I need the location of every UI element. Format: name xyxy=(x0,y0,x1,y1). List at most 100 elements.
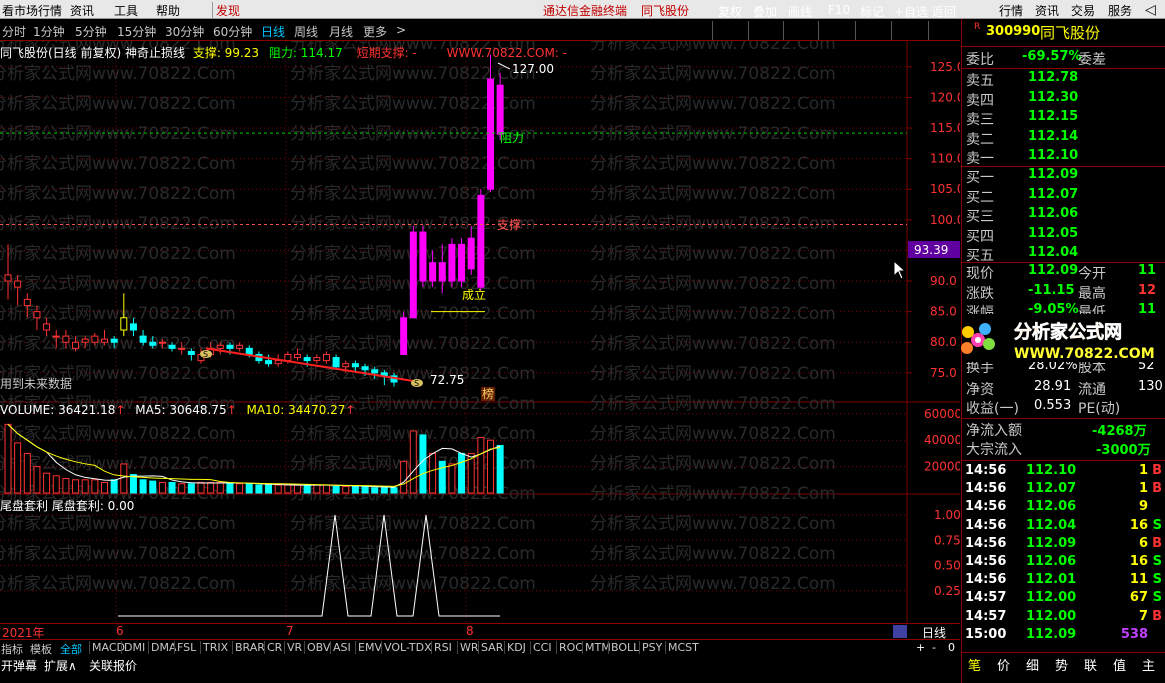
period-15min[interactable]: 15分钟 xyxy=(117,23,156,40)
tab-vr[interactable]: VR xyxy=(284,641,302,654)
tab-vol-tdx[interactable]: VOL-TDX xyxy=(381,641,432,654)
ask-row[interactable]: 卖一 112.10 xyxy=(962,148,1165,167)
period-more[interactable]: 更多 xyxy=(363,23,387,40)
tick-row: 14:57 112.00 7 B xyxy=(962,609,1165,628)
zoom-reset-button[interactable]: 0 xyxy=(948,641,955,654)
tab-cci[interactable]: CCI xyxy=(530,641,552,654)
tool-f10[interactable]: F10 xyxy=(828,3,850,17)
watermark-text: 分析家公式网www.70822.Com xyxy=(590,154,836,174)
period-1min[interactable]: 1分钟 xyxy=(33,23,65,40)
menu-tools[interactable]: 工具 xyxy=(114,2,138,19)
right-tab[interactable]: 值 xyxy=(1113,655,1126,674)
top-button-quote[interactable]: 行情 xyxy=(999,2,1023,19)
tab-sar[interactable]: SAR xyxy=(478,641,503,654)
tab-asi[interactable]: ASI xyxy=(330,641,351,654)
tab-fsl[interactable]: FSL xyxy=(174,641,196,654)
right-tab[interactable]: 势 xyxy=(1055,655,1068,674)
menu-discover[interactable]: 发现 xyxy=(212,2,240,19)
period-fenshi[interactable]: 分时 xyxy=(2,23,26,40)
now-value: 112.09 xyxy=(1028,263,1079,278)
tab-rsi[interactable]: RSI xyxy=(431,641,452,654)
menu-help[interactable]: 帮助 xyxy=(156,2,180,19)
tick-time: 15:00 xyxy=(965,626,1007,642)
tab-boll[interactable]: BOLL xyxy=(608,641,639,654)
period-30min[interactable]: 30分钟 xyxy=(165,23,204,40)
tab-macd[interactable]: MACD xyxy=(89,641,125,654)
bid-row[interactable]: 买三 112.06 xyxy=(962,206,1165,225)
tool-overlay[interactable]: 叠加 xyxy=(753,3,777,20)
expand-button[interactable]: 扩展∧ xyxy=(44,657,77,674)
tab-mtm[interactable]: MTM xyxy=(582,641,611,654)
tick-direction: S xyxy=(1152,590,1162,606)
tool-back[interactable]: 返回 xyxy=(932,3,956,20)
open-label: 今开 xyxy=(1078,266,1106,282)
period-month[interactable]: 月线 xyxy=(329,23,353,40)
tab-trix[interactable]: TRIX xyxy=(200,641,228,654)
zoom-out-button[interactable]: - xyxy=(932,641,936,654)
tab-mcst[interactable]: MCST xyxy=(665,641,699,654)
right-tab[interactable]: 笔 xyxy=(968,655,981,674)
chengli-tag: 成立 xyxy=(462,287,486,302)
mouse-cursor-icon xyxy=(893,260,907,280)
more-arrow-icon[interactable]: > xyxy=(396,23,406,37)
top-button-news[interactable]: 资讯 xyxy=(1035,2,1059,19)
netflow-value: -4268万 xyxy=(1092,424,1147,439)
top-button-service[interactable]: 服务 xyxy=(1108,2,1132,19)
candle-body xyxy=(245,347,253,355)
period-day[interactable]: 日线 xyxy=(261,23,285,40)
tool-fuquan[interactable]: 复权 xyxy=(718,3,742,20)
right-tab[interactable]: 细 xyxy=(1026,655,1039,674)
collapse-icon[interactable]: ◁ xyxy=(1145,2,1156,18)
candle-body xyxy=(371,369,379,374)
candle-body xyxy=(361,366,369,371)
candle-body xyxy=(284,353,292,362)
menu-news[interactable]: 资讯 xyxy=(70,2,94,19)
tab-obv[interactable]: OBV xyxy=(304,641,330,654)
right-tab[interactable]: 主 xyxy=(1142,655,1155,674)
chart-area[interactable]: 分析家公式网www.70822.Com 分析家公式网www.70822.Com 分析… xyxy=(0,41,960,623)
menu-market[interactable]: 看市场行情 xyxy=(2,2,62,19)
bid-row[interactable]: 买一 112.09 xyxy=(962,167,1165,186)
support-tag: 支撑 xyxy=(497,217,521,232)
volume-ma10: MA10: 34470.27 xyxy=(246,403,346,417)
tab-dmi[interactable]: DMI xyxy=(121,641,145,654)
short-support-label: 短期支撑: - xyxy=(356,46,417,60)
ask-label: 卖五 xyxy=(966,73,994,89)
candle-body xyxy=(342,363,350,368)
tab-psy[interactable]: PSY xyxy=(639,641,662,654)
tool-mark[interactable]: 标记 xyxy=(860,3,884,20)
related-quote-button[interactable]: 关联报价 xyxy=(89,657,137,674)
stock-name: 同飞股份 xyxy=(1040,24,1101,42)
danmu-button[interactable]: 开弹幕 xyxy=(1,657,37,674)
candle xyxy=(419,225,427,288)
period-60min[interactable]: 60分钟 xyxy=(213,23,252,40)
right-tab[interactable]: 价 xyxy=(997,655,1010,674)
top-button-trade[interactable]: 交易 xyxy=(1071,2,1095,19)
tab-emv[interactable]: EMV xyxy=(355,641,382,654)
right-tab[interactable]: 联 xyxy=(1084,655,1097,674)
candle xyxy=(400,311,408,355)
period-week[interactable]: 周线 xyxy=(294,23,318,40)
ask-row[interactable]: 卖三 112.15 xyxy=(962,109,1165,128)
tab-roc[interactable]: ROC xyxy=(556,641,583,654)
ask-row[interactable]: 卖四 112.30 xyxy=(962,90,1165,109)
future-data-note: 用到未来数据 xyxy=(0,377,73,391)
tab-dma[interactable]: DMA xyxy=(148,641,177,654)
ask-price: 112.78 xyxy=(1028,70,1079,85)
capital-label: 股本 xyxy=(1078,362,1106,376)
bid-row[interactable]: 买四 112.05 xyxy=(962,226,1165,245)
period-5min[interactable]: 5分钟 xyxy=(75,23,107,40)
ask-row[interactable]: 卖五 112.78 xyxy=(962,70,1165,89)
scroll-thumb[interactable] xyxy=(893,625,907,638)
watermark-text: 分析家公式网www.70822.Com xyxy=(0,244,236,264)
tab-wr[interactable]: WR xyxy=(457,641,479,654)
tab-brar[interactable]: BRAR xyxy=(232,641,265,654)
zoom-in-button[interactable]: + xyxy=(916,641,925,654)
tab-kdj[interactable]: KDJ xyxy=(504,641,526,654)
ask-label: 卖二 xyxy=(966,131,994,148)
tab-cr[interactable]: CR xyxy=(264,641,282,654)
bid-row[interactable]: 买二 112.07 xyxy=(962,187,1165,206)
ask-row[interactable]: 卖二 112.14 xyxy=(962,129,1165,148)
tool-add-watch[interactable]: +自选 xyxy=(894,3,928,20)
tool-draw[interactable]: 画线 xyxy=(788,3,812,20)
